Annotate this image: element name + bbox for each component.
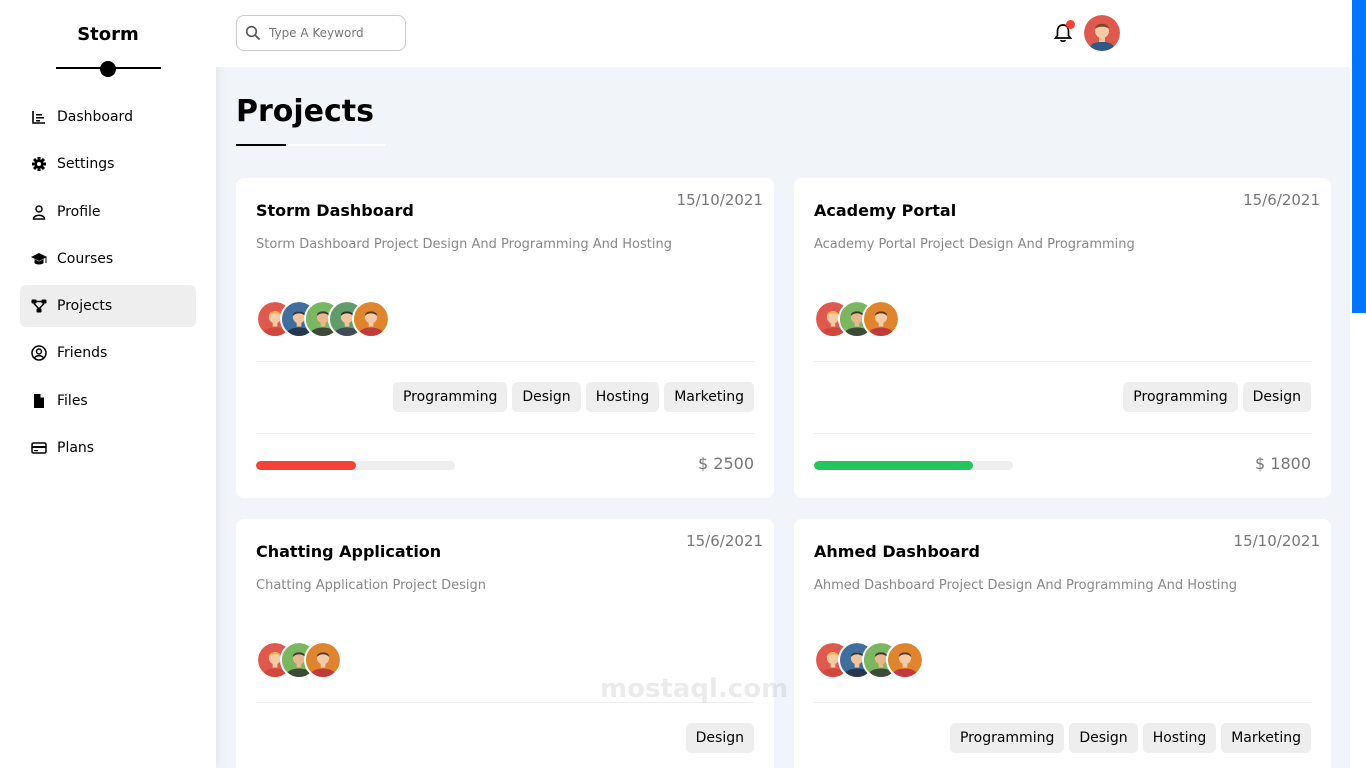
chart-icon [30, 108, 48, 126]
sidebar-item-label: Plans [57, 440, 95, 457]
tag-marketing[interactable]: Marketing [1221, 723, 1311, 753]
tag-design[interactable]: Design [1069, 723, 1138, 753]
sidebar-item-label: Dashboard [57, 109, 133, 125]
tag-design[interactable]: Design [1242, 382, 1311, 412]
project-title: Chatting Application [256, 542, 442, 561]
search-box[interactable] [236, 15, 406, 51]
sidebar-item-settings[interactable]: Settings [20, 143, 196, 185]
project-card: 15/10/2021 Storm Dashboard Storm Dashboa… [236, 178, 774, 498]
brand-dot [100, 61, 116, 77]
project-price: $ 2500 [698, 454, 754, 473]
price-value: 1800 [1270, 454, 1311, 473]
project-tags: Programming Design Hosting Marketing [392, 382, 754, 412]
project-price: $ 1800 [1255, 454, 1311, 473]
progress-bar [256, 461, 455, 470]
tag-programming[interactable]: Programming [1123, 382, 1238, 412]
progress-fill [256, 461, 356, 470]
sidebar-item-courses[interactable]: Courses [20, 238, 196, 280]
file-icon [30, 392, 48, 410]
sidebar-item-label: Files [57, 392, 88, 409]
sidebar: Storm Dashboard Settings Profile Courses [0, 0, 216, 768]
tag-hosting[interactable]: Hosting [585, 382, 660, 412]
sidebar-item-profile[interactable]: Profile [20, 191, 196, 233]
sidebar-item-files[interactable]: Files [20, 380, 196, 422]
team-avatars [256, 641, 342, 679]
gear-icon [30, 155, 48, 173]
price-value: 2500 [713, 454, 754, 473]
sidebar-item-label: Friends [57, 345, 108, 362]
project-description: Academy Portal Project Design And Progra… [814, 237, 1135, 252]
project-date: 15/10/2021 [1233, 532, 1320, 550]
top-header [216, 0, 1350, 67]
user-icon [30, 203, 48, 221]
page-title: Projects [236, 94, 375, 129]
divider [814, 433, 1312, 434]
credit-card-icon [30, 439, 48, 457]
tag-programming[interactable]: Programming [949, 723, 1065, 753]
project-description: Chatting Application Project Design [256, 578, 486, 593]
project-card: 15/6/2021 Academy Portal Academy Portal … [794, 178, 1331, 498]
dollar-icon: $ [1255, 454, 1271, 473]
tag-marketing[interactable]: Marketing [664, 382, 754, 412]
tag-design[interactable]: Design [685, 723, 754, 753]
project-tags: Programming Design [1123, 382, 1311, 412]
tag-programming[interactable]: Programming [392, 382, 508, 412]
project-date: 15/10/2021 [676, 191, 763, 209]
tag-hosting[interactable]: Hosting [1142, 723, 1217, 753]
project-card: 15/10/2021 Ahmed Dashboard Ahmed Dashboa… [794, 519, 1331, 768]
team-member-avatar [352, 300, 390, 338]
user-avatar[interactable] [1084, 15, 1120, 51]
project-tags: Design [685, 723, 754, 753]
sidebar-item-label: Profile [57, 203, 101, 220]
search-input[interactable] [269, 26, 399, 40]
team-member-avatar [304, 641, 342, 679]
diagram-icon [30, 297, 48, 315]
scrollbar-thumb[interactable] [1352, 0, 1366, 313]
project-description: Storm Dashboard Project Design And Progr… [256, 237, 672, 252]
progress-fill [814, 461, 974, 470]
project-title: Storm Dashboard [256, 201, 414, 220]
project-date: 15/6/2021 [686, 532, 763, 550]
divider [814, 702, 1312, 703]
project-date: 15/6/2021 [1243, 191, 1320, 209]
sidebar-item-label: Courses [57, 250, 114, 267]
watermark-logo: mostaql.com [600, 674, 789, 704]
team-avatars [814, 641, 924, 679]
brand-title: Storm [77, 24, 139, 45]
sidebar-item-projects[interactable]: Projects [20, 285, 196, 328]
divider [256, 361, 754, 362]
team-member-avatar [862, 300, 900, 338]
sidebar-item-plans[interactable]: Plans [20, 427, 196, 469]
notification-dot [1066, 20, 1075, 29]
graduation-cap-icon [30, 250, 48, 268]
title-underline-accent [236, 144, 286, 146]
progress-bar [814, 461, 1013, 470]
project-title: Academy Portal [814, 201, 957, 220]
dollar-icon: $ [698, 454, 714, 473]
divider [256, 433, 754, 434]
search-icon [245, 25, 261, 41]
sidebar-nav: Dashboard Settings Profile Courses Proje… [20, 96, 196, 474]
sidebar-item-dashboard[interactable]: Dashboard [20, 96, 196, 138]
sidebar-item-label: Projects [57, 298, 113, 315]
tag-design[interactable]: Design [512, 382, 581, 412]
user-circle-icon [30, 344, 48, 362]
team-avatars [256, 300, 390, 338]
team-member-avatar [886, 641, 924, 679]
sidebar-item-friends[interactable]: Friends [20, 332, 196, 374]
project-description: Ahmed Dashboard Project Design And Progr… [814, 578, 1237, 593]
project-title: Ahmed Dashboard [814, 542, 980, 561]
divider [814, 361, 1312, 362]
sidebar-item-label: Settings [57, 156, 115, 173]
team-avatars [814, 300, 900, 338]
project-tags: Programming Design Hosting Marketing [949, 723, 1311, 753]
project-card: 15/6/2021 Chatting Application Chatting … [236, 519, 774, 768]
